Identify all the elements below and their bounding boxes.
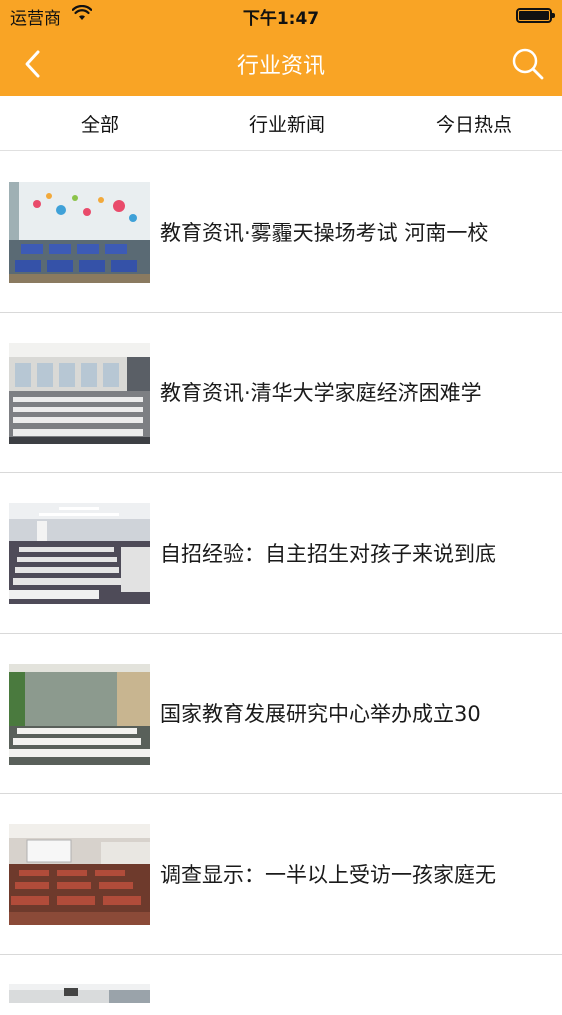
article-thumbnail: [9, 342, 150, 444]
article-item[interactable]: 自招经验：自主招生对孩子来说到底: [0, 473, 562, 634]
article-thumbnail: [9, 182, 150, 283]
article-thumbnail: [9, 663, 150, 765]
article-thumbnail: [9, 824, 150, 925]
article-item[interactable]: [0, 955, 562, 1015]
back-button[interactable]: [14, 46, 50, 82]
chevron-left-icon: [25, 50, 40, 78]
header: 运营商 下午1:47 行业资讯: [0, 0, 562, 96]
article-item[interactable]: 教育资讯·清华大学家庭经济困难学: [0, 313, 562, 473]
battery-icon: [516, 8, 555, 23]
article-item[interactable]: 国家教育发展研究中心举办成立30: [0, 634, 562, 794]
category-tabs: 全部 行业新闻 今日热点: [0, 96, 562, 151]
status-time: 下午1:47: [242, 9, 320, 29]
article-title: 调查显示：一半以上受访一孩家庭无: [160, 862, 496, 887]
article-item[interactable]: 调查显示：一半以上受访一孩家庭无: [0, 794, 562, 955]
status-bar: 运营商 下午1:47: [0, 0, 562, 32]
article-title: 教育资讯·雾霾天操场考试 河南一校: [160, 220, 489, 245]
tab-all[interactable]: 全部: [6, 96, 194, 151]
article-title: 教育资讯·清华大学家庭经济困难学: [160, 381, 482, 406]
article-title: 国家教育发展研究中心举办成立30: [160, 702, 481, 727]
article-thumbnail: [9, 503, 150, 604]
article-title: 自招经验：自主招生对孩子来说到底: [160, 541, 496, 566]
battery-level: [519, 11, 549, 20]
tab-industry-news[interactable]: 行业新闻: [193, 96, 381, 151]
nav-bar: 行业资讯: [0, 32, 562, 96]
search-icon: [512, 48, 544, 80]
article-item[interactable]: 教育资讯·雾霾天操场考试 河南一校: [0, 152, 562, 313]
tab-today-hot[interactable]: 今日热点: [380, 96, 562, 151]
search-button[interactable]: [508, 44, 548, 84]
page-title: 行业资讯: [236, 54, 325, 79]
article-list: 教育资讯·雾霾天操场考试 河南一校 教育资讯·清华大学家庭经济困难学 自招经验：…: [0, 152, 562, 1015]
